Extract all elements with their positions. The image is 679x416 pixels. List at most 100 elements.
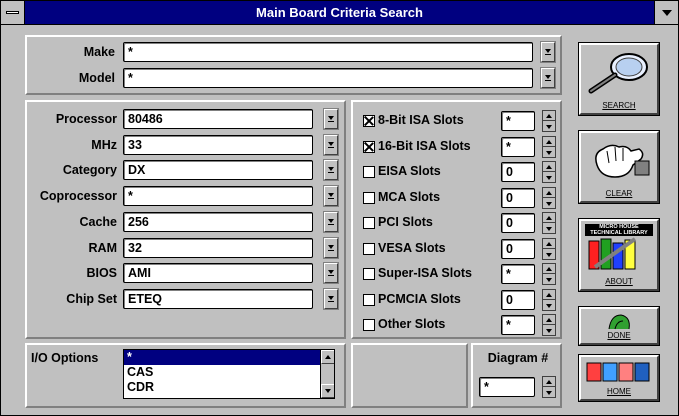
slot-checkbox[interactable] [363, 115, 375, 127]
model-field[interactable]: * [123, 68, 533, 88]
home-button[interactable]: HOME [578, 354, 660, 402]
cache-dropdown-button[interactable] [323, 210, 339, 233]
system-menu-button[interactable] [1, 1, 25, 24]
diagram-field[interactable]: * [479, 377, 535, 397]
coprocessor-label: Coprocessor [39, 189, 117, 204]
mhz-dropdown-button[interactable] [323, 133, 339, 156]
system-menu-icon [6, 11, 19, 14]
bios-dropdown-button[interactable] [323, 262, 339, 285]
model-label: Model [78, 71, 115, 85]
processor-field[interactable]: 80486 [123, 109, 313, 129]
chip-set-field[interactable]: ETEQ [123, 288, 313, 309]
model-dropdown-button[interactable] [540, 67, 556, 89]
category-label: Category [62, 163, 117, 178]
slot-label: VESA Slots [378, 240, 446, 255]
coprocessor-field[interactable]: * [123, 186, 313, 207]
minimize-icon [662, 10, 672, 16]
window-title: Main Board Criteria Search [256, 5, 423, 20]
slot-label: 16-Bit ISA Slots [378, 138, 471, 153]
done-button[interactable]: DONE [578, 306, 660, 346]
home-caption: HOME [607, 387, 631, 396]
slot-count-field[interactable]: 0 [501, 289, 535, 310]
scroll-up-button[interactable] [321, 350, 334, 364]
done-door-icon [608, 314, 630, 330]
title-bar: Main Board Criteria Search [1, 1, 678, 25]
io-option-item[interactable]: CAS [124, 365, 334, 380]
slot-count-spinner[interactable] [542, 212, 556, 234]
slot-checkbox[interactable] [363, 140, 375, 153]
bios-label: BIOS [86, 266, 117, 281]
about-banner: MICRO HOUSE TECHNICAL LIBRARY [585, 224, 653, 236]
slot-count-spinner[interactable] [542, 161, 556, 183]
clear-button[interactable]: CLEAR [578, 130, 660, 204]
ram-dropdown-button[interactable] [323, 236, 339, 259]
slot-label: 8-Bit ISA Slots [378, 113, 464, 127]
ram-label: RAM [88, 240, 117, 255]
slot-count-spinner[interactable] [542, 288, 556, 311]
processor-label: Processor [55, 112, 117, 126]
mhz-field[interactable]: 33 [123, 134, 313, 155]
slot-count-spinner[interactable] [542, 237, 556, 260]
slot-checkbox[interactable] [363, 242, 375, 255]
slot-checkbox[interactable] [363, 293, 375, 306]
slot-count-field[interactable]: * [501, 315, 535, 335]
search-button[interactable]: SEARCH [578, 42, 660, 116]
coprocessor-dropdown-button[interactable] [323, 185, 339, 208]
make-dropdown-button[interactable] [540, 41, 556, 63]
slot-count-spinner[interactable] [542, 314, 556, 336]
category-dropdown-button[interactable] [323, 159, 339, 182]
slot-label: PCMCIA Slots [378, 291, 461, 306]
library-books-icon [588, 237, 637, 270]
slot-count-field[interactable]: * [501, 264, 535, 284]
clear-caption: CLEAR [605, 189, 633, 198]
cache-field[interactable]: 256 [123, 211, 313, 232]
io-option-item[interactable]: CDR [124, 380, 334, 395]
done-caption: DONE [607, 331, 631, 340]
slot-label: EISA Slots [378, 164, 441, 178]
slot-count-spinner[interactable] [542, 263, 556, 285]
eraser-hand-icon [595, 144, 650, 178]
diagram-spinner[interactable] [542, 376, 556, 398]
slot-checkbox[interactable] [363, 268, 375, 280]
slot-count-spinner[interactable] [542, 135, 556, 158]
minimize-button[interactable] [654, 1, 678, 24]
mhz-label: MHz [91, 137, 117, 152]
slot-count-field[interactable]: 0 [501, 238, 535, 259]
slot-count-spinner[interactable] [542, 110, 556, 132]
io-options-label: I/O Options [31, 351, 99, 365]
processor-dropdown-button[interactable] [323, 108, 339, 130]
scroll-down-button[interactable] [321, 384, 334, 398]
slot-count-field[interactable]: 0 [501, 187, 535, 208]
about-button[interactable]: MICRO HOUSE TECHNICAL LIBRARY ABOUT [578, 218, 660, 292]
slot-count-field[interactable]: * [501, 136, 535, 157]
main-board-criteria-window: Main Board Criteria Search Make * Model … [0, 0, 679, 416]
chip-set-dropdown-button[interactable] [323, 287, 339, 310]
slot-count-field[interactable]: 0 [501, 213, 535, 233]
category-field[interactable]: DX [123, 160, 313, 181]
slot-checkbox[interactable] [363, 166, 375, 178]
slot-count-spinner[interactable] [542, 186, 556, 209]
slot-count-field[interactable]: 0 [501, 162, 535, 182]
cache-label: Cache [79, 214, 117, 229]
slot-count-field[interactable]: * [501, 111, 535, 131]
slot-checkbox[interactable] [363, 217, 375, 229]
slot-label: PCI Slots [378, 215, 433, 229]
chip-set-label: Chip Set [66, 291, 117, 306]
slot-label: MCA Slots [378, 189, 441, 204]
slot-checkbox[interactable] [363, 191, 375, 204]
io-options-scrollbar[interactable] [320, 350, 334, 398]
magnifier-icon [588, 53, 648, 94]
bios-field[interactable]: AMI [123, 263, 313, 284]
preview-panel [351, 343, 468, 408]
search-caption: SEARCH [602, 101, 636, 110]
diagram-label: Diagram # [487, 351, 549, 365]
io-option-item[interactable]: * [124, 350, 334, 365]
slot-checkbox[interactable] [363, 319, 375, 331]
io-options-listbox[interactable]: * CAS CDR [123, 349, 335, 399]
about-caption: ABOUT [605, 277, 633, 286]
slot-label: Super-ISA Slots [378, 266, 472, 280]
make-field[interactable]: * [123, 42, 533, 62]
ram-field[interactable]: 32 [123, 237, 313, 258]
slot-label: Other Slots [378, 317, 446, 331]
make-label: Make [83, 45, 115, 59]
